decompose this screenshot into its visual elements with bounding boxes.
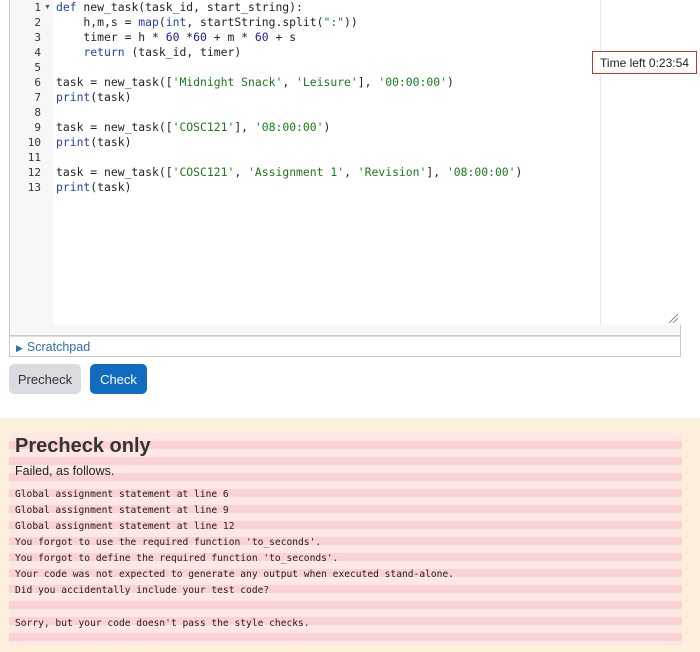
result-line: Your code was not expected to generate a… (15, 569, 454, 580)
code-line[interactable]: print(task) (56, 180, 131, 195)
result-line: Global assignment statement at line 9 (15, 505, 229, 516)
fold-arrow-icon[interactable]: ▼ (44, 4, 51, 11)
line-number: 8 (34, 106, 41, 119)
line-number: 4 (34, 46, 41, 59)
line-number: 1 (34, 1, 41, 14)
time-left-badge: Time left 0:23:54 (592, 51, 697, 74)
check-button[interactable]: Check (90, 364, 147, 394)
result-line: Sorry, but your code doesn't pass the st… (15, 618, 310, 629)
result-line: Global assignment statement at line 6 (15, 489, 229, 500)
code-line[interactable]: task = new_task(['COSC121'], '08:00:00') (56, 120, 330, 135)
code-line[interactable]: def new_task(task_id, start_string): (56, 0, 303, 15)
line-number: 11 (27, 151, 41, 164)
line-number: 3 (34, 31, 41, 44)
code-line[interactable]: print(task) (56, 135, 131, 150)
code-line[interactable]: print(task) (56, 90, 131, 105)
code-editor[interactable]: ▼ 1 2 3 4 5 6 7 8 9 10 11 12 13 def new_… (9, 0, 681, 336)
line-number: 5 (34, 61, 41, 74)
line-number: 6 (34, 76, 41, 89)
line-number: 13 (27, 181, 41, 194)
result-subtitle: Failed, as follows. (15, 464, 115, 478)
line-number: 2 (34, 16, 41, 29)
scratchpad-label: Scratchpad (26, 340, 91, 354)
result-line: Did you accidentally include your test c… (15, 585, 270, 596)
line-number: 12 (27, 166, 41, 179)
expand-triangle-icon: ▶ (16, 343, 23, 353)
code-line[interactable]: timer = h * 60 *60 + m * 60 + s (56, 30, 296, 45)
code-line[interactable]: task = new_task(['COSC121', 'Assignment … (56, 165, 522, 180)
result-line: You forgot to define the required functi… (15, 553, 339, 564)
code-line[interactable]: task = new_task(['Midnight Snack', 'Leis… (56, 75, 454, 90)
result-line: You forgot to use the required function … (15, 537, 322, 548)
scratchpad-toggle[interactable]: ▶ Scratchpad (9, 336, 681, 357)
code-line[interactable]: return (task_id, timer) (56, 45, 241, 60)
editor-margin (600, 0, 681, 325)
precheck-button[interactable]: Precheck (9, 364, 81, 394)
result-title: Precheck only (15, 435, 151, 457)
precheck-result-panel: Precheck only Failed, as follows. Global… (9, 433, 682, 645)
code-line[interactable]: h,m,s = map(int, startString.split(":")) (56, 15, 357, 30)
result-line: Global assignment statement at line 12 (15, 521, 235, 532)
feedback-section: Precheck only Failed, as follows. Global… (0, 418, 700, 652)
line-number: 9 (34, 121, 41, 134)
line-number: 7 (34, 91, 41, 104)
line-number: 10 (27, 136, 41, 149)
resize-handle-icon[interactable] (668, 313, 678, 323)
